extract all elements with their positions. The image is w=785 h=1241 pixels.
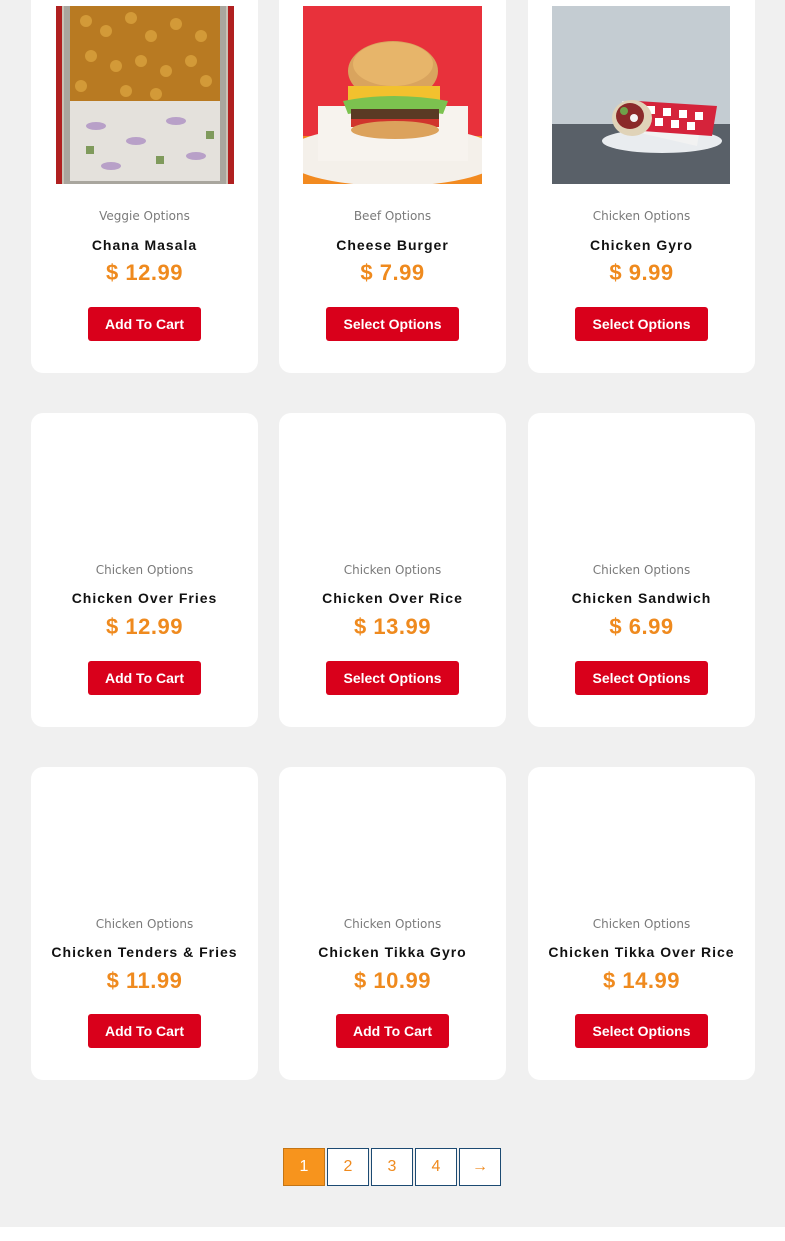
page-2-link[interactable]: 2: [327, 1148, 369, 1186]
product-name[interactable]: Cheese Burger: [279, 237, 506, 253]
product-name[interactable]: Chana Masala: [31, 237, 258, 253]
product-price: $ 12.99: [106, 614, 183, 639]
product-price: $ 14.99: [603, 968, 680, 993]
product-price: $ 6.99: [609, 614, 674, 639]
select-options-button[interactable]: Select Options: [326, 661, 459, 695]
product-name[interactable]: Chicken Over Rice: [279, 590, 506, 606]
product-category[interactable]: Chicken Options: [279, 563, 506, 577]
product-card: Chicken Options Chicken Tikka Gyro $ 10.…: [279, 767, 506, 1080]
product-name[interactable]: Chicken Tenders & Fries: [31, 944, 258, 960]
next-page-arrow-icon[interactable]: →: [459, 1148, 501, 1186]
chicken-gyro-image[interactable]: [552, 6, 730, 184]
select-options-button[interactable]: Select Options: [326, 307, 459, 341]
product-category[interactable]: Beef Options: [279, 209, 506, 223]
product-name[interactable]: Chicken Sandwich: [528, 590, 755, 606]
product-price: $ 7.99: [360, 260, 425, 285]
cheese-burger-image[interactable]: [303, 6, 482, 184]
product-card: Chicken Options Chicken Tenders & Fries …: [31, 767, 258, 1080]
product-card: Chicken Options Chicken Tikka Over Rice …: [528, 767, 755, 1080]
select-options-button[interactable]: Select Options: [575, 661, 708, 695]
product-category[interactable]: Chicken Options: [528, 209, 755, 223]
footer-edge: [0, 1227, 785, 1241]
add-to-cart-button[interactable]: Add To Cart: [88, 1014, 201, 1048]
add-to-cart-button[interactable]: Add To Cart: [336, 1014, 449, 1048]
product-name[interactable]: Chicken Over Fries: [31, 590, 258, 606]
product-card: Beef Options Cheese Burger $ 7.99 Select…: [279, 0, 506, 373]
product-name[interactable]: Chicken Gyro: [528, 237, 755, 253]
product-price: $ 10.99: [354, 968, 431, 993]
product-category[interactable]: Veggie Options: [31, 209, 258, 223]
product-category[interactable]: Chicken Options: [279, 917, 506, 931]
add-to-cart-button[interactable]: Add To Cart: [88, 661, 201, 695]
product-card: Chicken Options Chicken Gyro $ 9.99 Sele…: [528, 0, 755, 373]
product-price: $ 9.99: [609, 260, 674, 285]
product-category[interactable]: Chicken Options: [31, 563, 258, 577]
select-options-button[interactable]: Select Options: [575, 1014, 708, 1048]
product-card: Chicken Options Chicken Sandwich $ 6.99 …: [528, 413, 755, 727]
product-category[interactable]: Chicken Options: [528, 917, 755, 931]
page-4-link[interactable]: 4: [415, 1148, 457, 1186]
select-options-button[interactable]: Select Options: [575, 307, 708, 341]
product-price: $ 11.99: [106, 968, 183, 993]
chana-masala-image[interactable]: [56, 6, 234, 184]
page-1-current: 1: [283, 1148, 325, 1186]
product-card: Chicken Options Chicken Over Fries $ 12.…: [31, 413, 258, 727]
add-to-cart-button[interactable]: Add To Cart: [88, 307, 201, 341]
product-category[interactable]: Chicken Options: [528, 563, 755, 577]
product-card: Veggie Options Chana Masala $ 12.99 Add …: [31, 0, 258, 373]
page-3-link[interactable]: 3: [371, 1148, 413, 1186]
product-name[interactable]: Chicken Tikka Gyro: [279, 944, 506, 960]
product-price: $ 12.99: [106, 260, 183, 285]
product-card: Chicken Options Chicken Over Rice $ 13.9…: [279, 413, 506, 727]
product-name[interactable]: Chicken Tikka Over Rice: [528, 944, 755, 960]
product-price: $ 13.99: [354, 614, 431, 639]
product-category[interactable]: Chicken Options: [31, 917, 258, 931]
